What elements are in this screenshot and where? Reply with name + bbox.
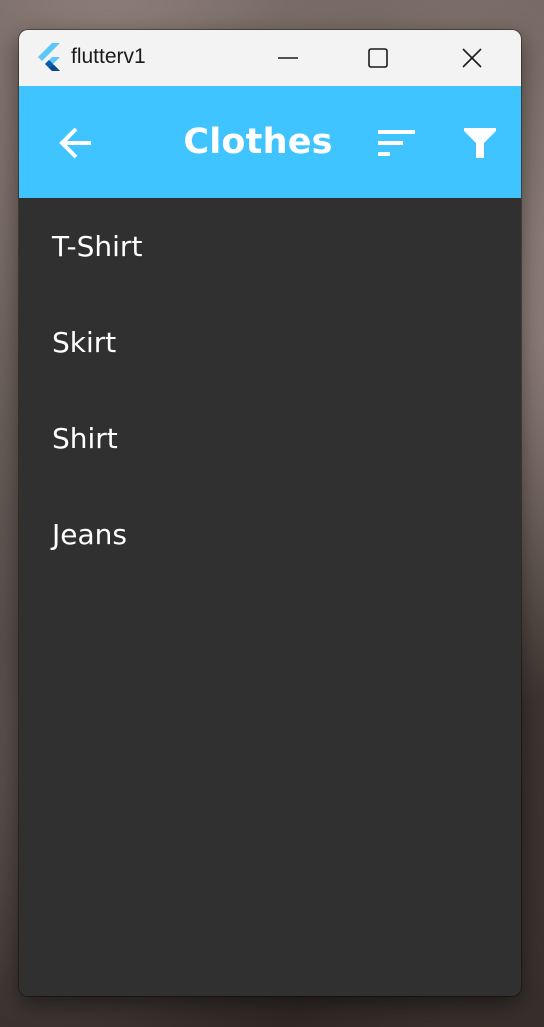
list-item-label: Skirt [52,325,117,359]
maximize-button[interactable] [333,30,423,86]
list-item[interactable]: T-Shirt [19,198,521,294]
list-item-label: Shirt [52,421,118,455]
app-bar: Clothes [19,86,521,198]
list-item[interactable]: Skirt [19,294,521,390]
sort-button[interactable] [371,118,423,168]
clothes-list: T-Shirt Skirt Shirt Jeans [19,198,521,996]
app-window: flutterv1 Clothes T-Shirt Skirt Shirt Je… [19,30,521,996]
maximize-icon [368,48,388,68]
page-title: Clothes [183,122,333,162]
list-item[interactable]: Jeans [19,486,521,582]
filter-icon [464,128,496,158]
sort-icon [378,130,415,156]
filter-button[interactable] [453,118,507,168]
minimize-button[interactable] [243,30,333,86]
close-button[interactable] [427,30,517,86]
list-item-label: T-Shirt [52,229,143,263]
list-item[interactable]: Shirt [19,390,521,486]
window-title: flutterv1 [71,45,146,68]
list-item-label: Jeans [52,517,127,551]
minimize-icon [278,57,298,59]
close-icon [462,48,482,68]
flutter-logo-icon [38,43,60,71]
title-bar[interactable]: flutterv1 [19,30,521,86]
